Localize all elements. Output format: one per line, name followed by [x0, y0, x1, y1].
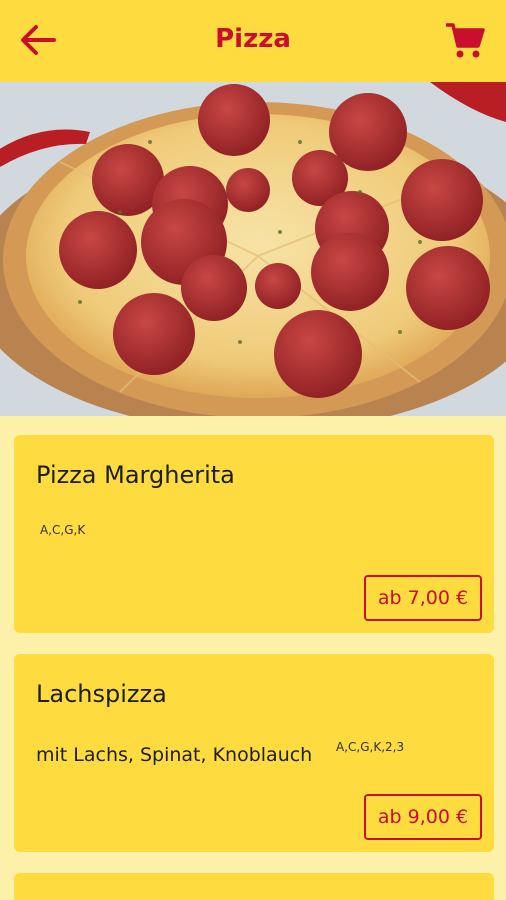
- menu-item-name: Lachspizza: [36, 680, 167, 708]
- menu-item-card[interactable]: Lachspizza mit Lachs, Spinat, Knoblauch …: [14, 654, 494, 852]
- app-header: Pizza: [0, 0, 506, 82]
- shopping-cart-icon: [446, 23, 485, 58]
- menu-item-card-partial[interactable]: [14, 873, 494, 900]
- menu-item-allergens: A,C,G,K: [40, 523, 86, 537]
- pizza-photo: [0, 82, 506, 416]
- menu-item-name: Pizza Margherita: [36, 461, 235, 489]
- cart-button[interactable]: [444, 20, 486, 60]
- menu-item-card[interactable]: Pizza Margherita A,C,G,K ab 7,00 €: [14, 435, 494, 633]
- menu-item-price-button[interactable]: ab 7,00 €: [364, 575, 482, 621]
- page-title: Pizza: [215, 24, 291, 54]
- pizza-hero-image: [0, 82, 506, 416]
- menu-item-price-button[interactable]: ab 9,00 €: [364, 794, 482, 840]
- menu-item-description: mit Lachs, Spinat, Knoblauch: [36, 744, 313, 766]
- menu-item-allergens: A,C,G,K,2,3: [336, 740, 405, 754]
